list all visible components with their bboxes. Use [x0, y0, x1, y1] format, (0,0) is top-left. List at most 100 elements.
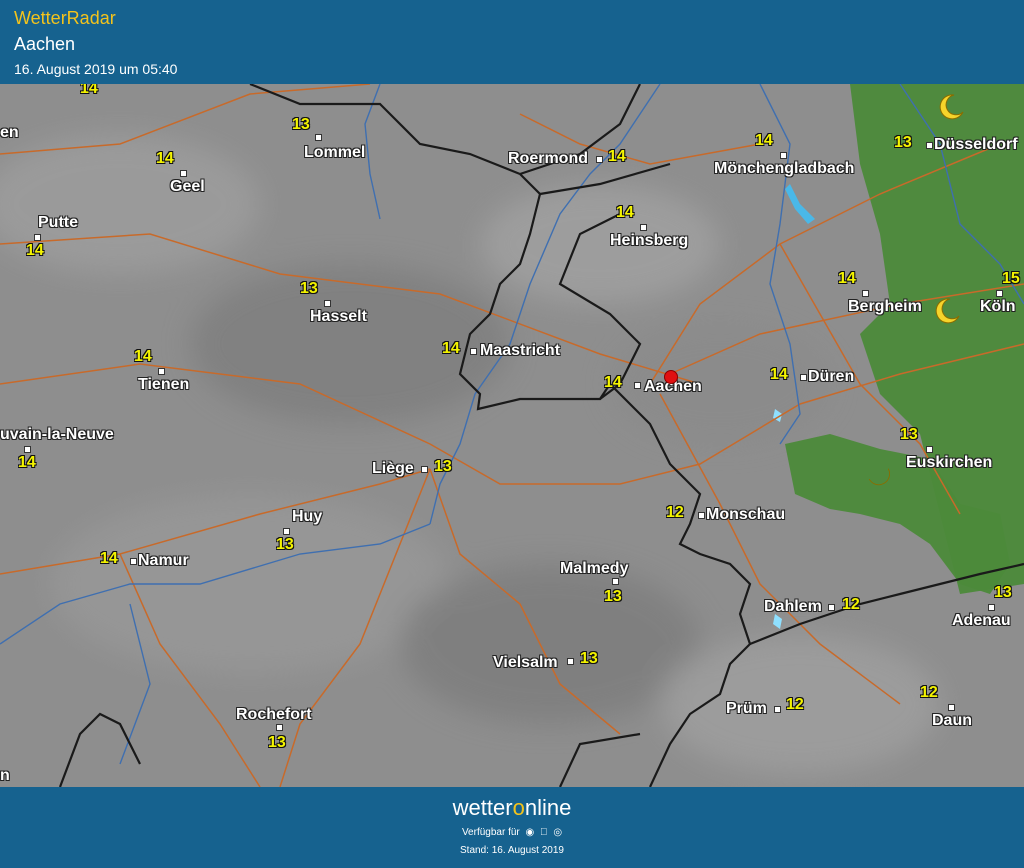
temp-daun: 12	[920, 684, 938, 701]
temp-euskirchen: 13	[900, 426, 918, 443]
city-marker	[421, 466, 428, 473]
city-euskirchen[interactable]: Euskirchen	[906, 454, 992, 472]
temp-vielsalm: 13	[580, 650, 598, 667]
radar-map[interactable]: 14 en n 13 Lommel Roermond 14 14 Mönchen…	[0, 84, 1024, 787]
temp-koeln: 15	[1002, 270, 1020, 287]
city-namur[interactable]: Namur	[138, 552, 189, 570]
map-background	[0, 84, 1024, 787]
city-putte[interactable]: Putte	[38, 214, 78, 232]
city-marker	[640, 224, 647, 231]
temp-dahlem: 12	[842, 596, 860, 613]
city-daun[interactable]: Daun	[932, 712, 972, 730]
temp-pruem: 12	[786, 696, 804, 713]
city-roermond[interactable]: Roermond	[508, 150, 588, 168]
temp-tienen: 14	[134, 348, 152, 365]
brand-logo[interactable]: wetteronline	[0, 795, 1024, 821]
city-marker	[948, 704, 955, 711]
city-marker	[828, 604, 835, 611]
temp-malmedy: 13	[604, 588, 622, 605]
city-marker	[926, 142, 933, 149]
city-pruem[interactable]: Prüm	[726, 700, 767, 718]
temp-huy: 13	[276, 536, 294, 553]
location-title: Aachen	[14, 34, 76, 54]
stand-date: Stand: 16. August 2019	[460, 845, 564, 856]
city-marker	[988, 604, 995, 611]
city-tienen[interactable]: Tienen	[138, 376, 189, 394]
moon-icon	[939, 94, 964, 120]
city-duesseldorf[interactable]: Düsseldorf	[934, 136, 1018, 154]
city-huy[interactable]: Huy	[292, 508, 322, 526]
temp-maastricht: 14	[442, 340, 460, 357]
city-marker	[324, 300, 331, 307]
city-adenau[interactable]: Adenau	[952, 612, 1011, 630]
city-marker	[130, 558, 137, 565]
city-marker	[774, 706, 781, 713]
footer: wetteronline Verfügbar für ◉  ◎ Stand: …	[0, 787, 1024, 868]
radar-window: WetterRadar Aachen 16. August 2019 um 05…	[0, 0, 1024, 868]
city-marker	[180, 170, 187, 177]
city-marker	[283, 528, 290, 535]
city-maastricht[interactable]: Maastricht	[480, 342, 560, 360]
city-dueren[interactable]: Düren	[808, 368, 854, 386]
temp-liege: 13	[434, 458, 452, 475]
temp-monschau: 12	[666, 504, 684, 521]
city-heinsberg[interactable]: Heinsberg	[610, 232, 688, 250]
temp-moenchengladbach: 14	[755, 132, 773, 149]
city-marker	[612, 578, 619, 585]
city-marker	[276, 724, 283, 731]
app-title: WetterRadar	[14, 8, 116, 28]
brand-part-o: o	[512, 795, 525, 820]
city-lommel[interactable]: Lommel	[304, 144, 365, 162]
city-marker	[24, 446, 31, 453]
availability-label: Verfügbar für	[461, 827, 520, 838]
city-vielsalm[interactable]: Vielsalm	[493, 654, 558, 672]
city-hasselt[interactable]: Hasselt	[310, 308, 367, 326]
city-rochefort[interactable]: Rochefort	[236, 706, 312, 724]
temp-bergheim: 14	[838, 270, 856, 287]
temp-namur: 14	[100, 550, 118, 567]
temp-rochefort: 13	[268, 734, 286, 751]
city-marker	[780, 152, 787, 159]
city-marker	[34, 234, 41, 241]
temp-geel: 14	[156, 150, 174, 167]
city-geel[interactable]: Geel	[170, 178, 205, 196]
temp-lommel: 13	[292, 116, 310, 133]
city-monschau[interactable]: Monschau	[706, 506, 785, 524]
edge-city-left: en	[0, 124, 19, 141]
city-marker	[315, 134, 322, 141]
web-icon[interactable]: ◎	[553, 827, 562, 838]
city-marker	[926, 446, 933, 453]
city-bergheim[interactable]: Bergheim	[848, 298, 922, 316]
temp-duesseldorf: 13	[894, 134, 912, 151]
city-marker	[567, 658, 574, 665]
header: WetterRadar Aachen 16. August 2019 um 05…	[0, 0, 1024, 84]
city-malmedy[interactable]: Malmedy	[560, 560, 628, 578]
city-koeln[interactable]: Köln	[980, 298, 1016, 316]
moon-icon	[868, 468, 890, 486]
edge-temp-top: 14	[80, 84, 98, 97]
city-moenchengladbach[interactable]: Mönchengladbach	[714, 160, 854, 178]
temp-adenau: 13	[994, 584, 1012, 601]
brand-part: nline	[524, 795, 572, 820]
timestamp: 16. August 2019 um 05:40	[14, 61, 178, 77]
brand-part: wetter	[452, 795, 513, 820]
temp-roermond: 14	[608, 148, 626, 165]
city-marker	[158, 368, 165, 375]
city-dahlem[interactable]: Dahlem	[764, 598, 822, 616]
location-pin-icon[interactable]	[664, 370, 678, 384]
city-marker	[596, 156, 603, 163]
city-liege[interactable]: Liège	[372, 460, 414, 478]
city-marker	[996, 290, 1003, 297]
availability-row: Verfügbar für ◉  ◎	[0, 827, 1024, 838]
apple-icon[interactable]: 	[540, 827, 548, 838]
temp-putte: 14	[26, 242, 44, 259]
moon-icon	[935, 298, 960, 324]
city-marker	[800, 374, 807, 381]
city-marker	[634, 382, 641, 389]
temp-dueren: 14	[770, 366, 788, 383]
temp-heinsberg: 14	[616, 204, 634, 221]
android-icon[interactable]: ◉	[526, 827, 535, 838]
temp-hasselt: 13	[300, 280, 318, 297]
city-marker	[862, 290, 869, 297]
city-louvain-la-neuve[interactable]: uvain-la-Neuve	[0, 426, 114, 444]
